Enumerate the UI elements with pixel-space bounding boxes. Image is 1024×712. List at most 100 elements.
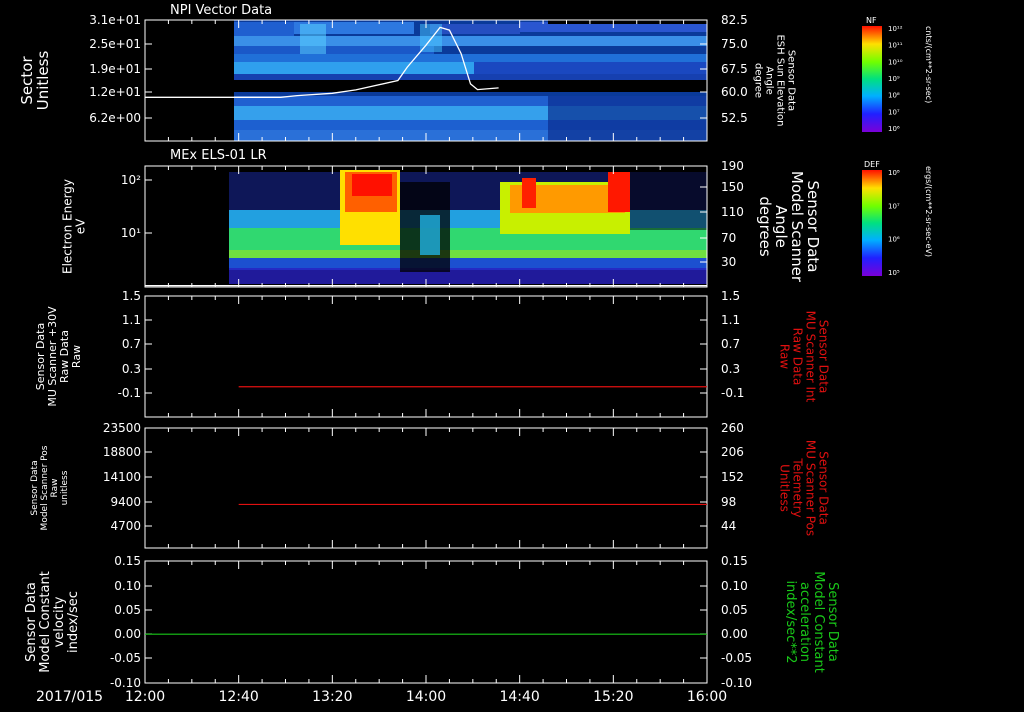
y-tick-label: -0.1 xyxy=(118,386,141,400)
y-tick-label: 18800 xyxy=(103,445,141,459)
y2-tick-label: 0.7 xyxy=(721,337,740,351)
panel-5-frame: 0.15 0.10 0.05 0.00 -0.05 -0.10 0.15 0.10 0.05 0.… xyxy=(24,554,840,690)
y-tick-label: 1.1 xyxy=(122,313,141,327)
y2-tick-label: -0.1 xyxy=(721,386,744,400)
panel-3-frame: 1.5 1.1 0.7 0.3 -0.1 1.5 1.1 0.7 0.3 -0.1 Sensor D… xyxy=(34,289,831,418)
y2-axis-label: Sensor DataModel Constantaccelerationind… xyxy=(783,571,840,673)
y-tick-label: 3.1e+01 xyxy=(89,13,141,27)
y-tick-label: 9400 xyxy=(110,495,141,509)
y2-tick-label: 260 xyxy=(721,421,744,435)
y2-axis-label-line: acceleration xyxy=(797,582,812,662)
y2-axis-label-line: Angle xyxy=(764,66,775,94)
colorbar-nf: NF 10¹² 10¹¹ 10¹⁰ 10⁹ 10⁸ 10⁷ 10⁶ cnts/(cm**2-… xyxy=(862,16,933,133)
colorbar-nf-ticks: 10¹² 10¹¹ 10¹⁰ 10⁹ 10⁸ 10⁷ 10⁶ xyxy=(888,25,903,133)
y2-tick-label: 152 xyxy=(721,470,744,484)
y-tick-label: -0.05 xyxy=(110,651,141,665)
y2-tick-label: 110 xyxy=(721,205,744,219)
y-axis-label-line: Sensor Data xyxy=(30,460,40,515)
y2-tick-label: 1.5 xyxy=(721,289,740,303)
y2-tick-label: 0.15 xyxy=(721,554,748,568)
panel-npi-title: NPI Vector Data xyxy=(170,3,272,18)
figure: NPI Vector Data MEx ELS-01 LR 3.1e+012.5… xyxy=(18,3,933,705)
y2-tick-label: 190 xyxy=(721,159,744,173)
y2-tick-label: 30 xyxy=(721,255,736,269)
colorbar-tick-label: 10⁹ xyxy=(888,75,900,83)
y2-axis-label-line: ESH Sun Elevation xyxy=(775,34,786,126)
y2-tick-label: 75.0 xyxy=(721,37,748,51)
els-spectrogram xyxy=(229,170,707,288)
x-tick-label: 13:20 xyxy=(312,689,352,705)
y-axis-label-line: unitless xyxy=(60,470,70,505)
y2-axis-label: Sensor DataMU Scanner PosTelemetryUnitle… xyxy=(778,440,831,536)
y2-axis-label-line: MU Scanner Pos xyxy=(804,440,818,536)
y2-axis-label: Sensor DataESH Sun ElevationAngledegree xyxy=(753,34,797,126)
y-axis-label-line: index/sec xyxy=(66,591,81,653)
colorbar-nf-title: NF xyxy=(866,16,877,25)
y-axis-label: Electron Energy eV xyxy=(61,179,88,274)
x-axis-date: 2017/015 xyxy=(36,689,103,705)
y-tick-label: -0.10 xyxy=(110,676,141,690)
colorbar-def-title: DEF xyxy=(864,160,880,169)
colorbar-def: DEF 10⁸ 10⁷ 10⁶ 10⁵ ergs/(cm**2-sr-sec-eV) xyxy=(862,160,933,277)
y2-axis-label-line: Model Constant xyxy=(811,571,826,673)
x-tick-label: 14:00 xyxy=(406,689,446,705)
y2-axis-label-line: Sensor Data xyxy=(825,582,840,662)
y-axis-label-line: Raw xyxy=(70,345,83,368)
y2-axis-label-line: MU Scanner Int xyxy=(804,311,818,403)
y-tick-label: 23500 xyxy=(103,421,141,435)
y-tick-label: 6.2e+00 xyxy=(89,111,141,125)
y-tick-label: 1.9e+01 xyxy=(89,62,141,76)
y2-tick-label: 82.5 xyxy=(721,13,748,27)
y2-axis-label-line: degrees xyxy=(756,196,774,257)
y-tick-label: 4700 xyxy=(110,519,141,533)
colorbar-tick-label: 10⁶ xyxy=(888,125,900,133)
panel-npi-vector: NPI Vector Data xyxy=(170,3,707,141)
y-axis-label-line: Model Constant xyxy=(38,571,53,673)
colorbar-tick-label: 10¹¹ xyxy=(888,42,903,50)
y-axis-label-line: Sensor Data xyxy=(24,582,39,662)
x-tick-label: 16:00 xyxy=(687,689,727,705)
y2-tick-label: -0.05 xyxy=(721,651,752,665)
y2-tick-label: 98 xyxy=(721,495,736,509)
colorbar-tick-label: 10⁵ xyxy=(888,269,900,277)
colorbar-def-units: ergs/(cm**2-sr-sec-eV) xyxy=(924,166,933,257)
y-tick-label: 14100 xyxy=(103,470,141,484)
y2-axis-label-line: Sensor Data xyxy=(817,451,831,525)
panel-border xyxy=(144,295,708,418)
y2-axis-label-line: Sensor Data xyxy=(817,320,831,394)
y2-axis-label-line: Telemetry xyxy=(791,457,805,517)
y-tick-label: 1.2e+01 xyxy=(89,85,141,99)
y-axis-label-line: Raw xyxy=(50,479,60,498)
y2-axis-label-line: index/sec**2 xyxy=(783,580,798,663)
y2-tick-label: 52.5 xyxy=(721,111,748,125)
colorbar-tick-label: 10⁷ xyxy=(888,108,900,116)
colorbar-tick-label: 10⁸ xyxy=(888,169,900,177)
x-tick-labels: 12:00 12:40 13:20 14:00 14:40 15:20 16:00 xyxy=(125,689,727,705)
colorbar-nf-gradient xyxy=(862,26,882,132)
y2-axis-label-line: Raw xyxy=(778,344,792,369)
y2-tick-label: 0.10 xyxy=(721,579,748,593)
y-axis-label-line: Electron Energy xyxy=(61,179,75,274)
y2-tick-label: 0.00 xyxy=(721,627,748,641)
y2-tick-label: 70 xyxy=(721,231,736,245)
colorbar-tick-label: 10¹² xyxy=(888,25,903,33)
y2-tick-label: 0.3 xyxy=(721,362,740,376)
colorbar-nf-units: cnts/(cm**2-sr-sec) xyxy=(924,26,933,103)
y-axis-label: Sensor Data MU Scanner +30V Raw Data Raw xyxy=(34,306,83,407)
y-tick-label: 0.00 xyxy=(114,627,141,641)
panel-border xyxy=(144,427,708,549)
colorbar-def-gradient xyxy=(862,170,882,276)
y2-axis-label-line: degree xyxy=(753,63,764,98)
x-tick-label: 15:20 xyxy=(593,689,633,705)
y2-tick-label: 150 xyxy=(721,180,744,194)
colorbar-def-ticks: 10⁸ 10⁷ 10⁶ 10⁵ xyxy=(888,169,900,277)
y2-tick-label: -0.10 xyxy=(721,676,752,690)
y-tick-label: 0.15 xyxy=(114,554,141,568)
y-tick-label: 2.5e+01 xyxy=(89,37,141,51)
y2-tick-label: 0.05 xyxy=(721,603,748,617)
y2-axis-label: Sensor DataModel ScannerAngledegrees xyxy=(756,171,822,283)
panel-els-title: MEx ELS-01 LR xyxy=(170,148,267,163)
y-axis-label-line: Model Scanner Pos xyxy=(40,445,50,530)
npi-spectrogram xyxy=(234,20,707,141)
x-tick-label: 14:40 xyxy=(499,689,539,705)
